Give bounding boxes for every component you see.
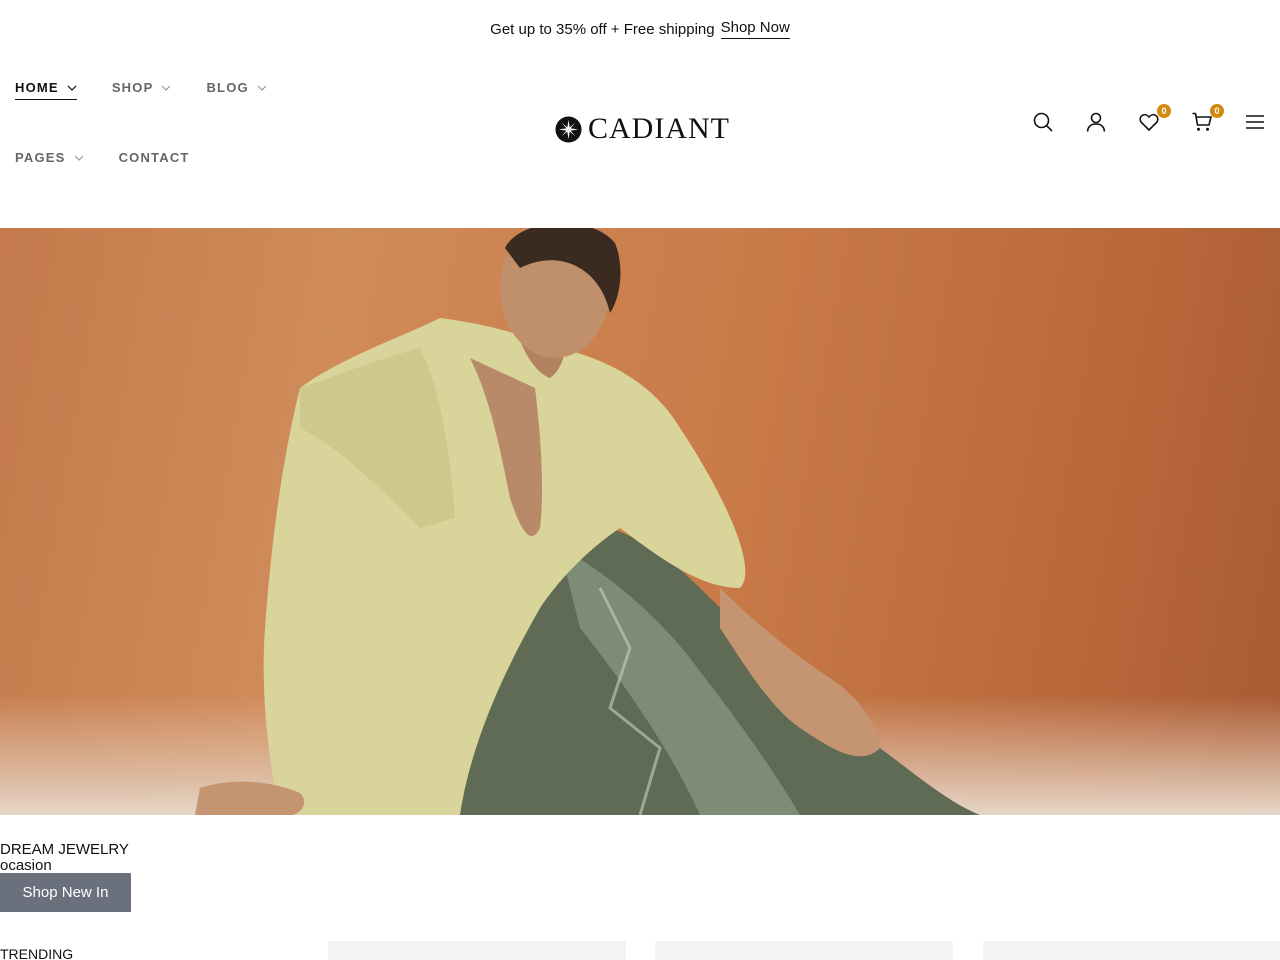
announcement-text: Get up to 35% off + Free shipping (490, 20, 715, 38)
wishlist-button[interactable]: 0 (1139, 104, 1171, 134)
nav-item-label: SHOP (111, 80, 154, 95)
announcement-shop-now-link[interactable]: Shop Now (720, 19, 790, 39)
promo-subtitle: ocasion (0, 857, 52, 874)
search-icon (1033, 112, 1053, 132)
hamburger-menu-icon (1246, 115, 1264, 129)
site-header: HOME SHOP BLOG PAGES CONTACT CADIANT 0 0 (0, 58, 1280, 228)
product-card[interactable] (328, 941, 626, 960)
nav-item-blog[interactable]: BLOG (206, 80, 267, 150)
user-icon (1086, 112, 1106, 132)
nav-item-label: HOME (15, 80, 59, 95)
promo-title: DREAM JEWELRY (0, 841, 129, 858)
cart-button[interactable]: 0 (1192, 104, 1224, 134)
account-button[interactable] (1086, 110, 1106, 134)
shop-new-in-button[interactable]: Shop New In (0, 873, 131, 912)
chevron-down-icon (74, 153, 84, 163)
brand-logo[interactable]: CADIANT (555, 114, 730, 144)
wishlist-count-badge: 0 (1157, 104, 1171, 118)
promo-caption: DREAM JEWELRY ocasion (0, 842, 129, 873)
chevron-down-icon (67, 83, 77, 93)
main-nav: HOME SHOP BLOG PAGES CONTACT (15, 80, 335, 220)
menu-button[interactable] (1245, 110, 1265, 134)
search-button[interactable] (1033, 110, 1053, 134)
nav-item-shop[interactable]: SHOP (112, 80, 172, 150)
logo-mark-icon (555, 115, 582, 143)
cart-count-badge: 0 (1210, 104, 1224, 118)
nav-item-label: CONTACT (118, 150, 190, 165)
nav-item-label: BLOG (206, 80, 249, 95)
hero-image (0, 228, 1280, 815)
header-actions: 0 0 (1033, 104, 1265, 134)
heart-icon (1139, 113, 1159, 132)
product-card[interactable] (655, 941, 953, 960)
hero-model-illustration (195, 228, 980, 815)
nav-item-home[interactable]: HOME (15, 80, 77, 150)
announcement-bar: Get up to 35% off + Free shipping Shop N… (0, 0, 1280, 58)
product-card[interactable] (983, 941, 1280, 960)
nav-item-pages[interactable]: PAGES (15, 150, 84, 220)
nav-item-contact[interactable]: CONTACT (119, 150, 190, 220)
chevron-down-icon (161, 83, 171, 93)
trending-heading: TRENDING (0, 946, 74, 960)
nav-item-label: PAGES (15, 150, 66, 165)
chevron-down-icon (257, 83, 267, 93)
brand-name: CADIANT (588, 112, 730, 145)
cart-icon (1192, 112, 1212, 131)
